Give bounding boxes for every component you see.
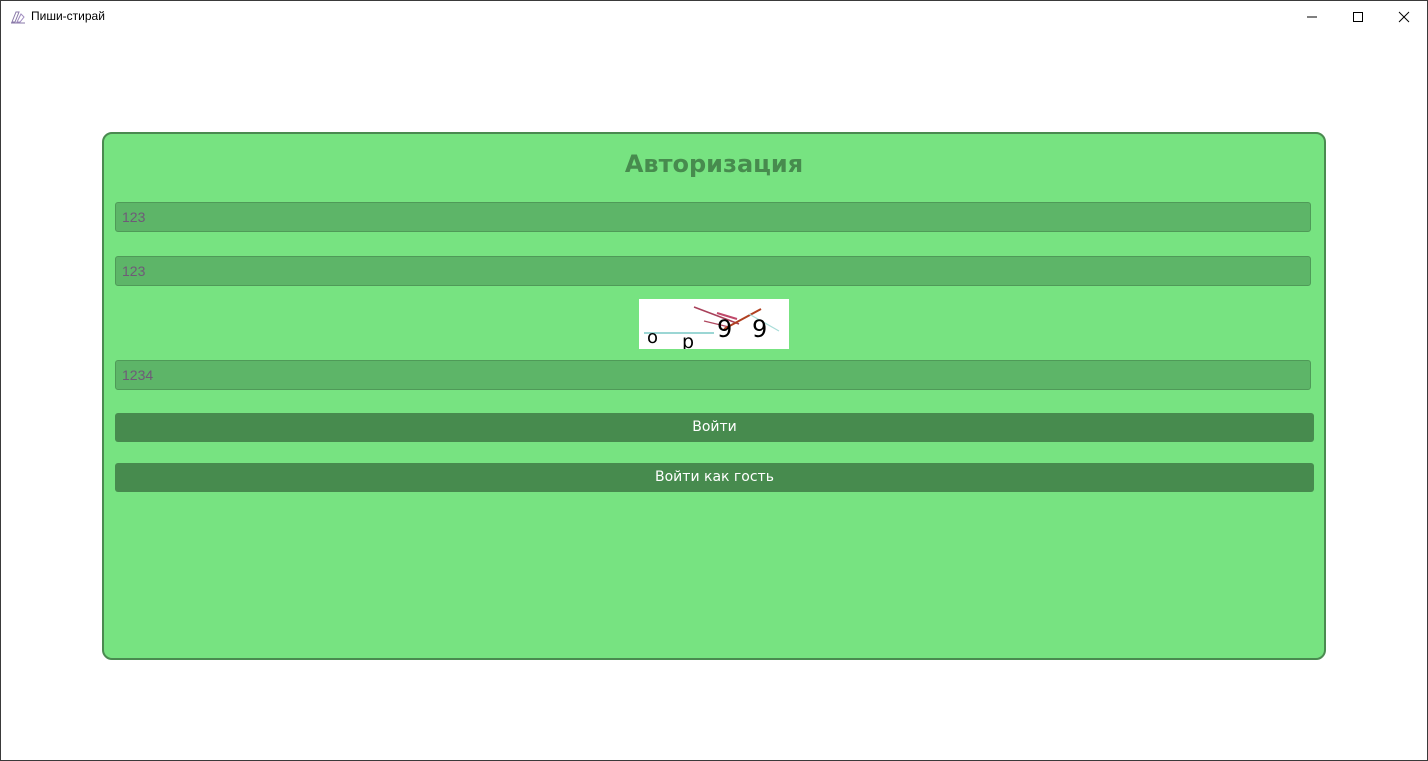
maximize-button[interactable] — [1335, 1, 1381, 32]
guest-login-button[interactable]: Войти как гость — [115, 463, 1314, 492]
password-input[interactable] — [115, 256, 1311, 286]
maximize-icon — [1353, 12, 1363, 22]
captcha-image: o p 9 9 — [639, 299, 789, 349]
title-bar: Пиши-стирай — [1, 1, 1427, 32]
captcha-char: 9 — [717, 315, 733, 343]
app-window: Пиши-стирай Авторизация 123 123 o p 9 9 … — [0, 0, 1428, 761]
login-button[interactable]: Войти — [115, 413, 1314, 442]
minimize-button[interactable] — [1289, 1, 1335, 32]
captcha-char: 9 — [752, 315, 768, 343]
captcha-char: o — [647, 327, 659, 348]
auth-panel: Авторизация o p 9 9 Войти Войти как гост… — [102, 132, 1326, 660]
captcha-input[interactable] — [115, 360, 1311, 390]
close-icon — [1398, 11, 1410, 23]
login-input[interactable] — [115, 202, 1311, 232]
close-button[interactable] — [1381, 1, 1427, 32]
window-title: Пиши-стирай — [31, 9, 105, 23]
auth-title: Авторизация — [624, 150, 804, 178]
app-pencil-icon — [10, 9, 26, 25]
minimize-icon — [1307, 16, 1317, 18]
captcha-char: p — [682, 331, 695, 349]
